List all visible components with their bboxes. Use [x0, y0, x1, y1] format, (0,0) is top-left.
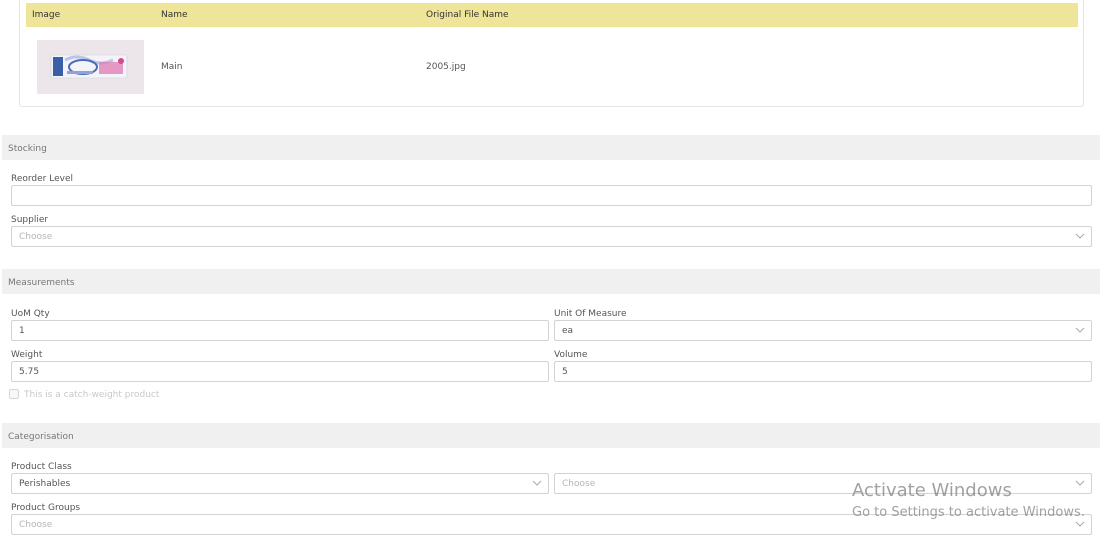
categorisation-section-header: Categorisation: [2, 423, 1100, 448]
product-groups-label: Product Groups: [11, 503, 81, 513]
supplier-placeholder: Choose: [19, 232, 53, 242]
supplier-select[interactable]: Choose: [11, 226, 1092, 247]
unit-of-measure-label: Unit Of Measure: [554, 309, 627, 319]
product-subclass-placeholder: Choose: [562, 479, 596, 489]
product-class-select[interactable]: Perishables: [11, 473, 549, 494]
chevron-down-icon: [1075, 521, 1085, 527]
product-thumbnail[interactable]: [37, 40, 144, 94]
column-header-original-file-name: Original File Name: [426, 10, 509, 20]
measurements-section-header: Measurements: [2, 269, 1100, 294]
weight-label: Weight: [11, 350, 43, 360]
supplier-label: Supplier: [11, 215, 49, 225]
column-header-image: Image: [32, 10, 61, 20]
weight-input[interactable]: 5.75: [11, 361, 549, 382]
product-groups-placeholder: Choose: [19, 520, 53, 530]
product-class-value: Perishables: [19, 479, 71, 489]
catch-weight-label: This is a catch-weight product: [24, 390, 160, 400]
chevron-down-icon: [532, 480, 542, 486]
volume-input[interactable]: 5: [554, 361, 1092, 382]
unit-of-measure-select[interactable]: ea: [554, 320, 1092, 341]
reorder-level-input[interactable]: [11, 185, 1092, 206]
image-name: Main: [161, 62, 183, 72]
images-table: Image Name Original File Name Main 2005.…: [19, 0, 1084, 107]
reorder-level-label: Reorder Level: [11, 174, 74, 184]
product-groups-select[interactable]: Choose: [11, 514, 1092, 535]
uom-qty-label: UoM Qty: [11, 309, 50, 319]
chevron-down-icon: [1075, 233, 1085, 239]
chevron-down-icon: [1075, 480, 1085, 486]
catch-weight-checkbox[interactable]: [9, 389, 19, 399]
image-original-file-name: 2005.jpg: [426, 62, 466, 72]
unit-of-measure-value: ea: [562, 326, 574, 336]
volume-label: Volume: [554, 350, 588, 360]
uom-qty-input[interactable]: 1: [11, 320, 549, 341]
images-table-header: Image Name Original File Name: [26, 3, 1078, 27]
product-class-label: Product Class: [11, 462, 72, 472]
column-header-name: Name: [161, 10, 188, 20]
stocking-section-header: Stocking: [2, 135, 1100, 160]
product-subclass-select[interactable]: Choose: [554, 473, 1092, 494]
chevron-down-icon: [1075, 327, 1085, 333]
table-row[interactable]: Main 2005.jpg: [20, 27, 1083, 105]
